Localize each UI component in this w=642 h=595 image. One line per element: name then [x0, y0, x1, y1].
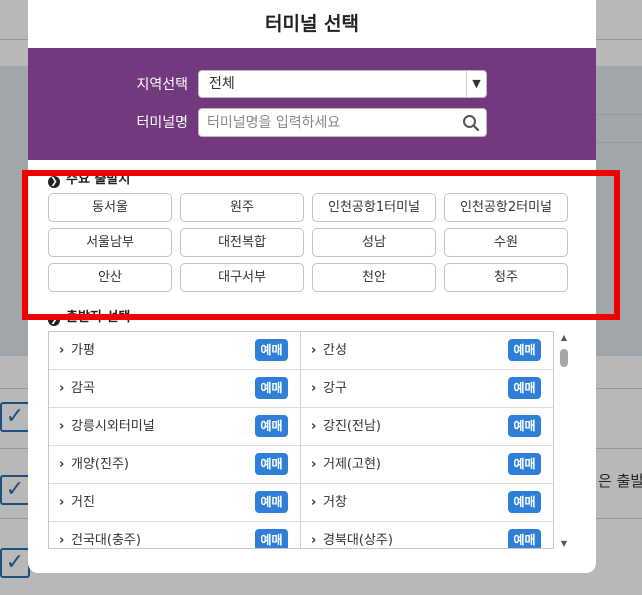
region-select[interactable]: 전체 ▼	[198, 70, 487, 98]
departure-item[interactable]: › 개양(진주) 예매	[49, 446, 300, 483]
departure-item[interactable]: › 강진(전남) 예매	[301, 408, 553, 445]
departure-item[interactable]: › 거창 예매	[301, 484, 553, 521]
departure-item-label: 강구	[323, 381, 347, 396]
chevron-right-icon: ›	[311, 343, 317, 358]
departure-item[interactable]: › 가평 예매	[49, 332, 300, 369]
departure-item-label: 강릉시외터미널	[71, 419, 155, 434]
list-row: › 감곡 예매 › 강구 예매	[49, 370, 553, 408]
departure-item[interactable]: › 간성 예매	[301, 332, 553, 369]
reserve-button[interactable]: 예매	[255, 491, 288, 513]
chevron-right-icon: ›	[311, 533, 317, 548]
departure-item-label: 거진	[71, 495, 95, 510]
reserve-button[interactable]: 예매	[255, 339, 288, 361]
terminal-name-input[interactable]	[198, 108, 487, 137]
highlight-frame	[22, 170, 620, 320]
scroll-thumb[interactable]	[560, 349, 568, 367]
region-label: 지역선택	[136, 77, 188, 93]
departure-item[interactable]: › 감곡 예매	[49, 370, 300, 407]
list-row: › 개양(진주) 예매 › 거제(고현) 예매	[49, 446, 553, 484]
departure-item-label: 경북대(상주)	[323, 533, 393, 548]
chevron-right-icon: ›	[311, 419, 317, 434]
list-row: › 건국대(충주) 예매 › 경북대(상주) 예매	[49, 522, 553, 548]
chevron-right-icon: ›	[59, 381, 65, 396]
departure-item-label: 거제(고현)	[323, 457, 381, 472]
chevron-right-icon: ›	[59, 343, 65, 358]
reserve-button[interactable]: 예매	[508, 491, 541, 513]
departure-item-label: 강진(전남)	[323, 419, 381, 434]
list-row: › 가평 예매 › 간성 예매	[49, 332, 553, 370]
reserve-button[interactable]: 예매	[255, 415, 288, 437]
departure-item-label: 건국대(충주)	[71, 533, 141, 548]
region-row: 지역선택 전체 ▼	[28, 70, 596, 100]
chevron-right-icon: ›	[59, 533, 65, 548]
departure-item[interactable]: › 거제(고현) 예매	[301, 446, 553, 483]
chevron-right-icon: ›	[311, 457, 317, 472]
name-row: 터미널명	[28, 108, 596, 138]
reserve-button[interactable]: 예매	[508, 529, 541, 548]
reserve-button[interactable]: 예매	[255, 377, 288, 399]
terminal-name-label: 터미널명	[136, 115, 188, 131]
reserve-button[interactable]: 예매	[508, 377, 541, 399]
list-scrollbar[interactable]: ▲ ▼	[558, 333, 570, 549]
departure-item-label: 감곡	[71, 381, 95, 396]
chevron-right-icon: ›	[311, 381, 317, 396]
modal-title: 터미널 선택	[264, 13, 359, 35]
list-row: › 강릉시외터미널 예매 › 강진(전남) 예매	[49, 408, 553, 446]
reserve-button[interactable]: 예매	[508, 453, 541, 475]
scroll-down-icon[interactable]: ▼	[558, 539, 570, 549]
departure-item-label: 개양(진주)	[71, 457, 129, 472]
departure-item-label: 가평	[71, 343, 95, 358]
reserve-button[interactable]: 예매	[255, 453, 288, 475]
reserve-button[interactable]: 예매	[508, 339, 541, 361]
chevron-right-icon: ›	[59, 495, 65, 510]
reserve-button[interactable]: 예매	[508, 415, 541, 437]
list-row: › 거진 예매 › 거창 예매	[49, 484, 553, 522]
departure-item-label: 거창	[323, 495, 347, 510]
departure-item[interactable]: › 강구 예매	[301, 370, 553, 407]
departure-item-label: 간성	[323, 343, 347, 358]
chevron-right-icon: ›	[311, 495, 317, 510]
scroll-up-icon[interactable]: ▲	[558, 333, 570, 343]
departure-item[interactable]: › 경북대(상주) 예매	[301, 522, 553, 548]
chevron-right-icon: ›	[59, 457, 65, 472]
departure-item[interactable]: › 거진 예매	[49, 484, 300, 521]
reserve-button[interactable]: 예매	[255, 529, 288, 548]
departure-item[interactable]: › 건국대(충주) 예매	[49, 522, 300, 548]
departure-item[interactable]: › 강릉시외터미널 예매	[49, 408, 300, 445]
region-select-value: 전체	[209, 76, 235, 92]
search-icon[interactable]	[462, 114, 480, 132]
departure-list: › 가평 예매 › 간성 예매 › 감곡 예매 › 강구 예매 › 강릉시외터미널 예매	[48, 331, 554, 549]
search-panel: 지역선택 전체 ▼ 터미널명	[28, 48, 596, 160]
chevron-down-icon: ▼	[466, 71, 486, 97]
chevron-right-icon: ›	[59, 419, 65, 434]
